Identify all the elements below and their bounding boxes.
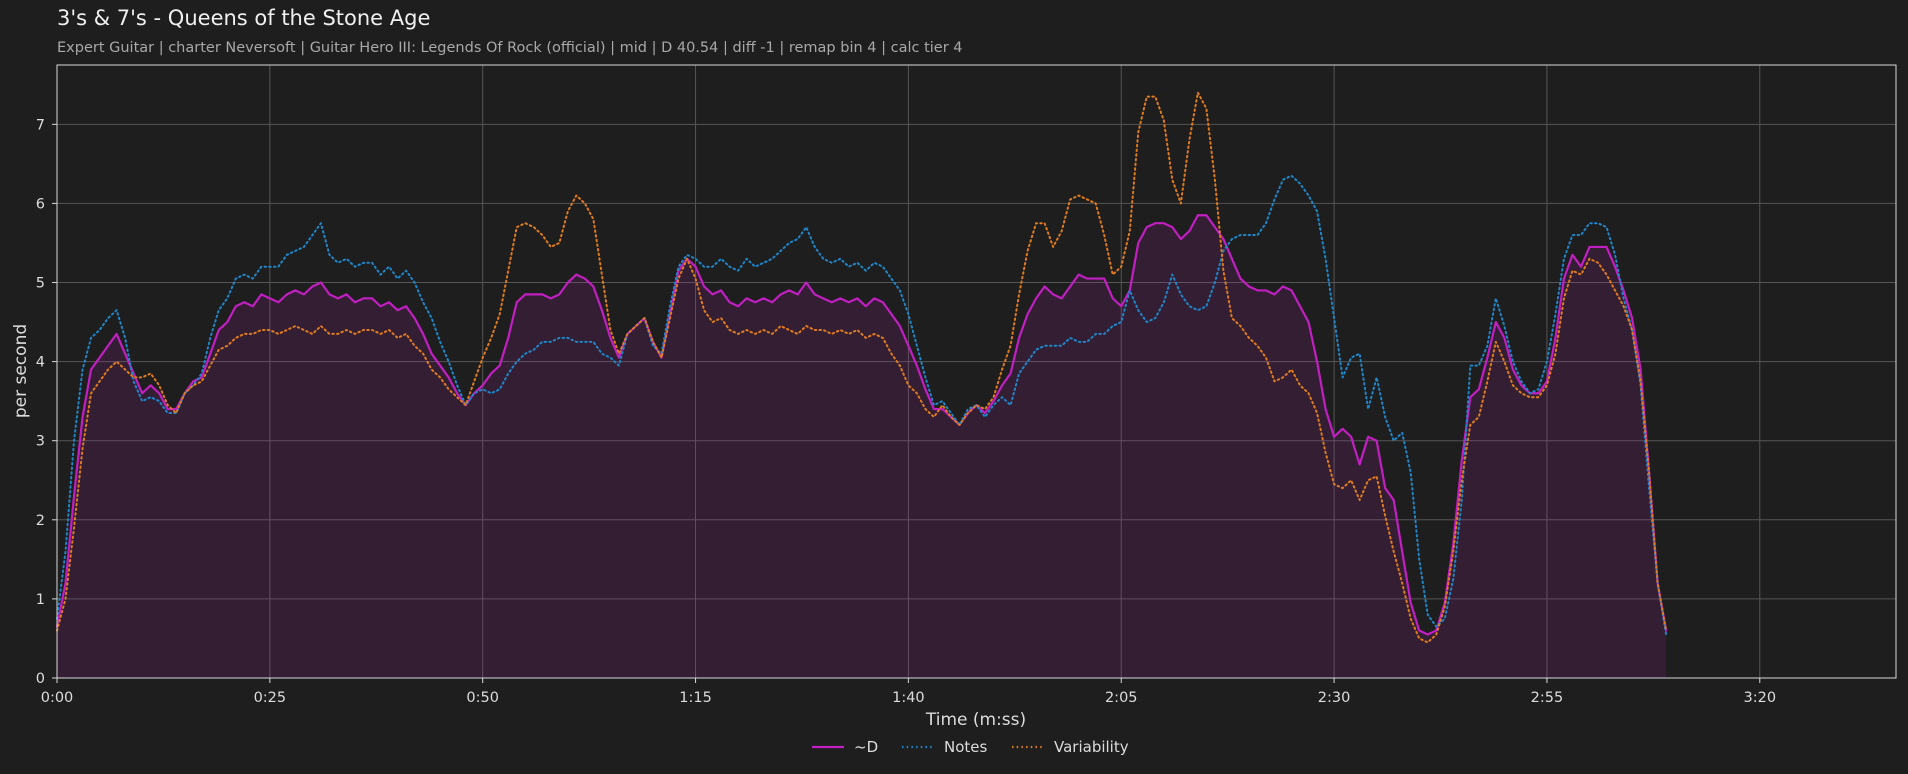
legend-label: Variability [1054,738,1129,756]
legend-item: Notes [902,738,988,756]
x-axis-label: Time (m:ss) [925,710,1026,730]
x-tick-label: 1:15 [679,690,712,706]
x-tick-label: 1:40 [892,690,925,706]
x-tick-label: 0:25 [254,690,287,706]
legend-label: ~D [854,738,878,756]
y-tick-label: 5 [36,276,45,292]
y-tick-label: 0 [36,671,45,687]
y-tick-label: 2 [36,513,45,529]
y-tick-label: 4 [36,355,45,371]
y-axis-label: per second [11,324,31,418]
legend-item: Variability [1012,738,1129,756]
y-tick-label: 7 [36,117,45,133]
y-tick-label: 3 [36,434,45,450]
x-tick-label: 2:30 [1318,690,1351,706]
legend-label: Notes [944,738,988,756]
series-area-d [57,215,1667,678]
x-tick-label: 0:00 [41,690,74,706]
y-tick-label: 6 [36,196,45,212]
legend-item: ~D [812,738,878,756]
x-tick-label: 2:55 [1531,690,1564,706]
y-tick-label: 1 [36,592,45,608]
x-tick-label: 2:05 [1105,690,1138,706]
legend: ~D Notes Variability [812,738,1129,756]
line-chart: 0:00 0:25 0:50 1:15 1:40 2:05 2:30 2:55 3:20 0 1 2 3… [11,64,1897,756]
x-tick-label: 3:20 [1743,690,1776,706]
x-tick-label: 0:50 [466,690,499,706]
series-layer [55,91,1668,678]
